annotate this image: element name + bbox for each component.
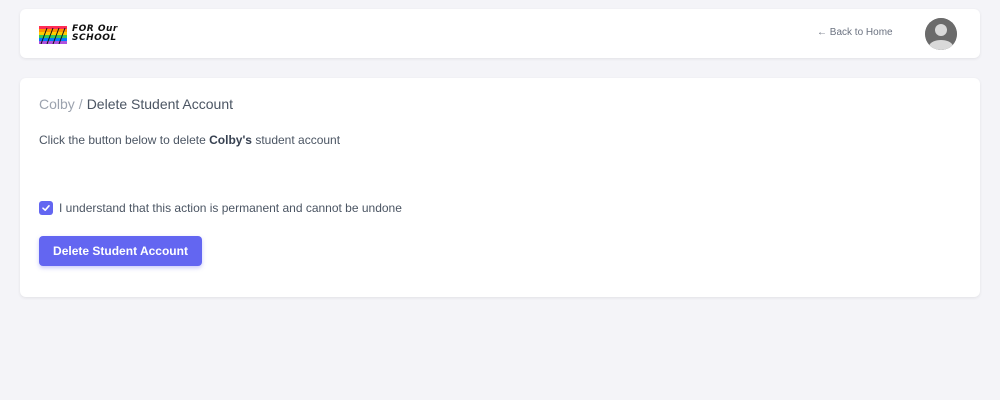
student-name: Colby's (209, 133, 252, 147)
logo[interactable]: FOR Our SCHOOL (39, 24, 118, 45)
rainbow-logo-icon (39, 24, 67, 45)
logo-line-2: SCHOOL (72, 33, 117, 43)
checkmark-icon (42, 205, 50, 211)
confirm-row: I understand that this action is permane… (39, 201, 402, 215)
breadcrumb-parent[interactable]: Colby (39, 96, 75, 112)
confirm-checkbox[interactable] (39, 201, 53, 215)
description-text: Click the button below to delete Colby's… (39, 133, 340, 147)
back-to-home-link[interactable]: ← Back to Home (817, 27, 893, 38)
breadcrumb: Colby / Delete Student Account (39, 96, 233, 112)
confirm-label[interactable]: I understand that this action is permane… (59, 201, 402, 215)
top-navbar: FOR Our SCHOOL ← Back to Home (20, 9, 980, 58)
avatar[interactable] (925, 18, 957, 50)
delete-account-card: Colby / Delete Student Account Click the b… (20, 78, 980, 297)
page-title: Delete Student Account (86, 96, 234, 112)
user-icon (925, 18, 957, 50)
logo-text: FOR Our SCHOOL (72, 25, 118, 43)
delete-student-account-button[interactable]: Delete Student Account (39, 236, 202, 266)
breadcrumb-separator: / (78, 96, 83, 112)
description-suffix: student account (251, 133, 341, 147)
description-prefix: Click the button below to delete (39, 133, 210, 147)
